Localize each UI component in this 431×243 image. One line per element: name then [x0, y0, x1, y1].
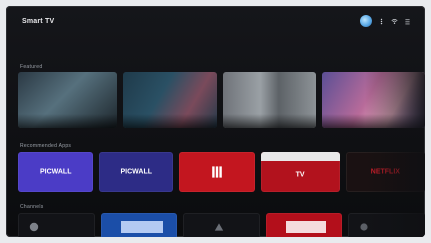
channel-tile[interactable] — [348, 213, 425, 237]
app-tile[interactable]: NETFLIX — [345, 152, 425, 192]
app-name: PICWALL — [120, 168, 153, 176]
app-name: NETFLIX — [370, 168, 400, 176]
app-tile[interactable]: TV — [260, 152, 340, 192]
featured-tile[interactable] — [18, 72, 118, 128]
avatar[interactable] — [360, 15, 372, 27]
channels-row — [18, 213, 425, 237]
app-name: TV — [295, 171, 305, 179]
wifi-icon[interactable] — [391, 18, 398, 25]
brand-title: Smart TV — [22, 18, 55, 25]
tv-screen: Smart TV Featured Recommended Apps PICWA… — [6, 6, 425, 237]
app-tile[interactable]: PICWALL — [99, 152, 174, 192]
channel-logo-icon — [214, 223, 224, 231]
featured-tile[interactable] — [222, 72, 317, 128]
settings-icon[interactable] — [404, 18, 411, 25]
section-title-featured: Featured — [20, 64, 43, 70]
app-name: PICWALL — [39, 168, 72, 176]
apps-row: PICWALL PICWALL TV NETFLIX — [18, 152, 425, 192]
featured-tile[interactable] — [322, 72, 425, 128]
featured-row — [18, 72, 425, 128]
channel-logo-icon — [360, 223, 368, 231]
section-title-apps: Recommended Apps — [20, 143, 72, 149]
channel-tile[interactable] — [18, 213, 95, 237]
featured-tile[interactable] — [123, 72, 217, 128]
top-bar: Smart TV — [6, 6, 425, 34]
channel-tile[interactable] — [265, 213, 343, 237]
section-title-channels: Channels — [20, 204, 44, 210]
app-logo-icon — [211, 166, 222, 178]
app-tile[interactable] — [179, 152, 255, 192]
more-icon[interactable] — [378, 18, 385, 25]
app-tile[interactable]: PICWALL — [18, 152, 94, 192]
channel-tile[interactable] — [183, 213, 260, 237]
channel-logo-icon — [29, 222, 39, 232]
top-icons — [360, 15, 411, 27]
channel-tile[interactable] — [100, 213, 178, 237]
